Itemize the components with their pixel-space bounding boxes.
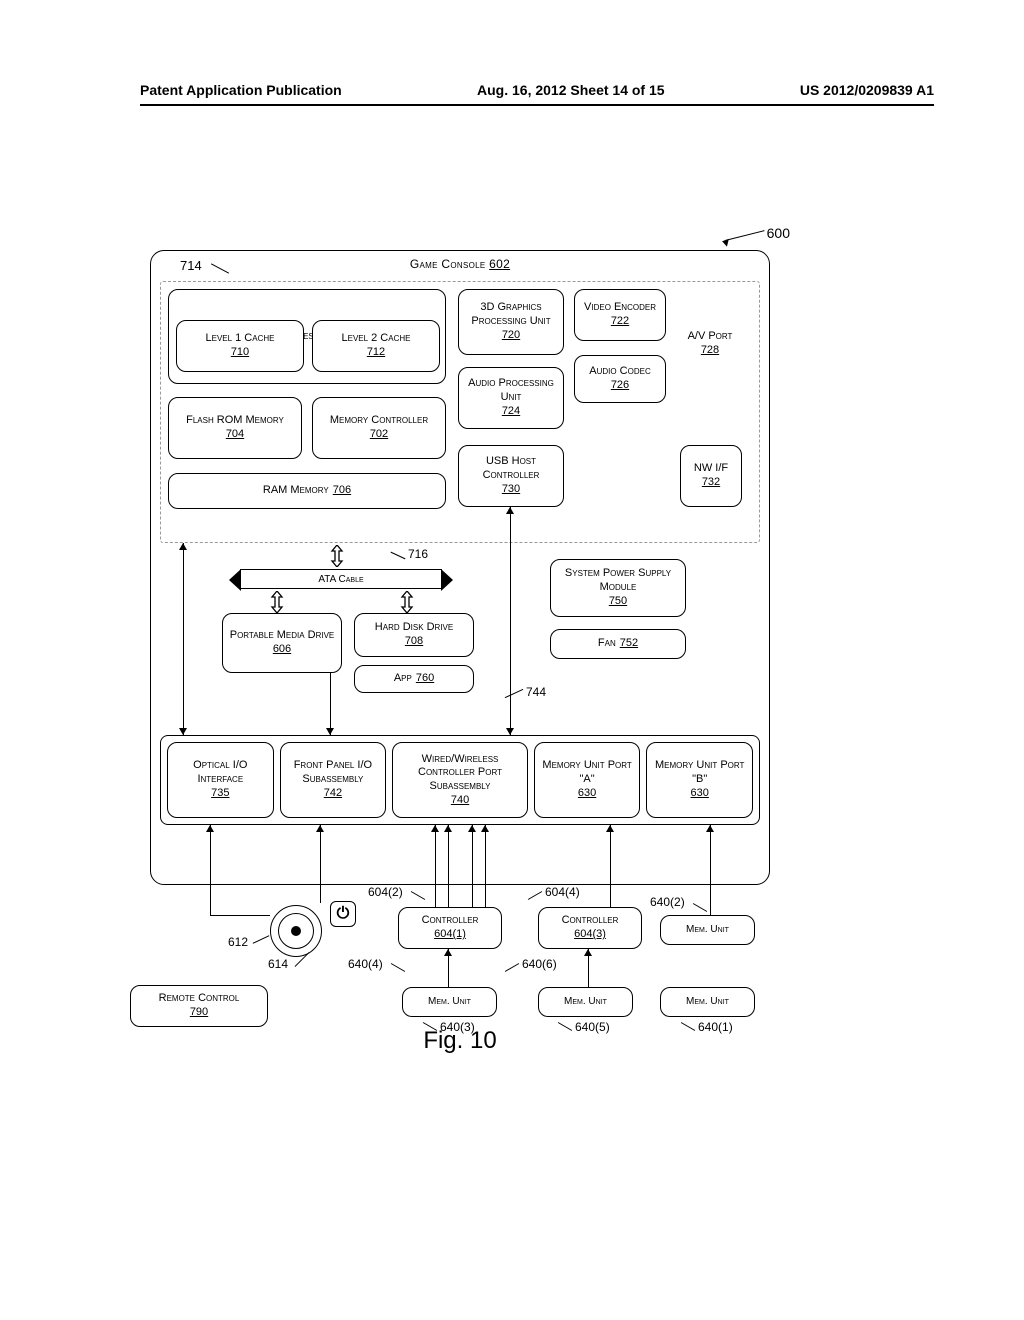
wire	[510, 507, 511, 735]
ref-600: 600	[767, 225, 790, 241]
arrow-icon	[706, 825, 714, 832]
arrow-icon	[179, 728, 187, 735]
app-block: App 760	[354, 665, 474, 693]
portable-media-drive-block: Portable Media Drive 606	[222, 613, 342, 673]
arrow-icon	[606, 825, 614, 832]
ref-612: 612	[228, 935, 248, 949]
ref-614: 614	[268, 957, 288, 971]
arrow-icon	[444, 825, 452, 832]
front-panel-block: Front Panel I/O Subassembly 742	[280, 742, 387, 818]
audio-codec-block: Audio Codec 726	[574, 355, 666, 403]
ref-640-4: 640(4)	[348, 957, 383, 971]
ref-744: 744	[526, 685, 546, 699]
ref-640-5: 640(5)	[575, 1020, 610, 1034]
l1-cache-block: Level 1 Cache 710	[176, 320, 304, 372]
l2-cache-block: Level 2 Cache 712	[312, 320, 440, 372]
mem-unit-block: Mem. Unit	[660, 987, 755, 1017]
mem-unit-block: Mem. Unit	[402, 987, 497, 1017]
sys-power-block: System Power Supply Module 750	[550, 559, 686, 617]
ref-604-2: 604(2)	[368, 885, 403, 899]
mem-port-b-block: Memory Unit Port "B" 630	[646, 742, 753, 818]
bidir-arrow-icon	[330, 545, 344, 567]
remote-control-block: Remote Control 790	[130, 985, 268, 1027]
arrow-icon	[444, 949, 452, 956]
diagram: 600 Game Console 602 714 Central Process…	[150, 225, 770, 1055]
nw-if-block: NW I/F 732	[680, 445, 742, 507]
power-button-icon: ⏻	[330, 901, 356, 927]
arrow-icon	[326, 728, 334, 735]
gpu-block: 3D Graphics Processing Unit 720	[458, 289, 564, 355]
header-right: US 2012/0209839 A1	[800, 82, 934, 98]
arrow-icon	[206, 825, 214, 832]
wire	[610, 825, 611, 915]
controller-port-block: Wired/Wireless Controller Port Subassemb…	[392, 742, 528, 818]
wire	[448, 825, 449, 907]
header-left: Patent Application Publication	[140, 82, 342, 98]
arrow-icon	[468, 825, 476, 832]
fan-block: Fan 752	[550, 629, 686, 659]
ref-714: 714	[180, 258, 202, 273]
video-encoder-block: Video Encoder 722	[574, 289, 666, 341]
ref-640-2: 640(2)	[650, 895, 685, 909]
audio-proc-block: Audio Processing Unit 724	[458, 367, 564, 429]
ref-640-6: 640(6)	[522, 957, 557, 971]
console-title: Game Console 602	[410, 257, 510, 271]
ram-block: RAM Memory 706	[168, 473, 446, 509]
mem-port-a-block: Memory Unit Port "A" 630	[534, 742, 641, 818]
wire	[485, 825, 486, 907]
figure-caption: Fig. 10	[423, 1027, 496, 1055]
wire	[710, 825, 711, 915]
wire	[435, 825, 436, 907]
bidir-arrow-icon	[400, 591, 414, 613]
optical-io-block: Optical I/O Interface 735	[167, 742, 274, 818]
wire	[320, 825, 321, 903]
io-row: Optical I/O Interface 735 Front Panel I/…	[160, 735, 760, 825]
wire	[330, 673, 331, 735]
ref-716: 716	[408, 547, 428, 561]
usb-host-block: USB Host Controller 730	[458, 445, 564, 507]
ata-cable-block: ATA Cable	[240, 569, 442, 589]
hdd-block: Hard Disk Drive 708	[354, 613, 474, 657]
bidir-arrow-icon	[270, 591, 284, 613]
arrow-icon	[431, 825, 439, 832]
mem-unit-block: Mem. Unit	[538, 987, 633, 1017]
arrow-icon	[179, 543, 187, 550]
wire	[210, 825, 211, 915]
header-center: Aug. 16, 2012 Sheet 14 of 15	[477, 82, 665, 98]
flash-rom-block: Flash ROM Memory 704	[168, 397, 302, 459]
wire	[183, 543, 184, 735]
arrow-icon	[506, 507, 514, 514]
arrow-icon	[481, 825, 489, 832]
arrow-icon	[584, 949, 592, 956]
page: Patent Application Publication Aug. 16, …	[0, 0, 1024, 1320]
wire	[472, 825, 473, 907]
controller-1-block: Controller 604(1)	[398, 907, 502, 949]
arrow-icon	[316, 825, 324, 832]
memory-controller-block: Memory Controller 702	[312, 397, 446, 459]
ref-640-1: 640(1)	[698, 1020, 733, 1034]
controller-3-block: Controller 604(3)	[538, 907, 642, 949]
disc-icon	[270, 905, 322, 957]
page-header: Patent Application Publication Aug. 16, …	[140, 82, 934, 106]
wire	[210, 915, 270, 916]
mem-unit-block: Mem. Unit	[660, 915, 755, 945]
arrow-icon	[506, 728, 514, 735]
av-port-label: A/V Port 728	[680, 330, 740, 358]
ref-604-4: 604(4)	[545, 885, 580, 899]
